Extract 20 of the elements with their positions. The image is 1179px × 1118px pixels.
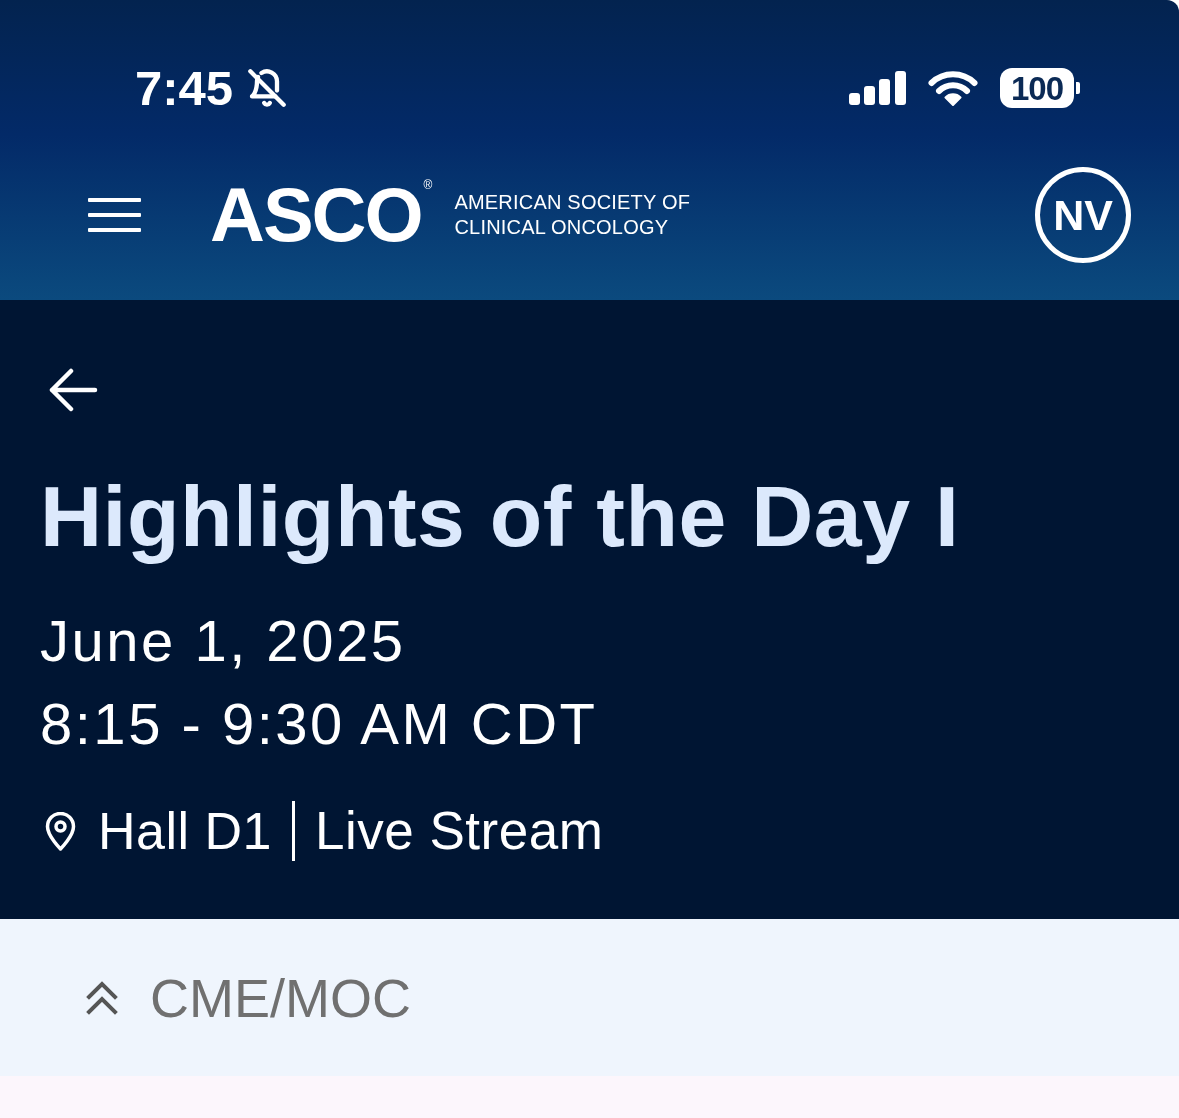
profile-avatar[interactable]: NV bbox=[1035, 167, 1131, 263]
back-button[interactable] bbox=[48, 368, 98, 412]
session-date: June 1, 2025 bbox=[40, 607, 406, 675]
session-room: Hall D1 bbox=[98, 801, 272, 862]
location-pin-icon bbox=[45, 811, 76, 851]
logo-tagline: AMERICAN SOCIETY OF CLINICAL ONCOLOGY bbox=[454, 190, 691, 240]
status-time: 7:45 bbox=[135, 63, 234, 113]
battery-indicator: 100 bbox=[1000, 68, 1080, 108]
registered-mark: ® bbox=[423, 179, 433, 191]
wifi-icon bbox=[928, 70, 978, 106]
chevrons-up-icon bbox=[86, 980, 118, 1015]
menu-icon bbox=[88, 198, 141, 232]
logo-wordmark: ASCO bbox=[210, 177, 422, 253]
menu-button[interactable] bbox=[88, 198, 141, 232]
back-arrow-icon bbox=[48, 368, 98, 412]
session-title: Highlights of the Day I bbox=[40, 467, 960, 565]
session-time: 8:15 - 9:30 AM CDT bbox=[40, 690, 598, 758]
session-format: Live Stream bbox=[315, 800, 604, 862]
credits-section-toggle[interactable]: CME/MOC bbox=[86, 970, 411, 1025]
signal-icon bbox=[849, 71, 906, 105]
